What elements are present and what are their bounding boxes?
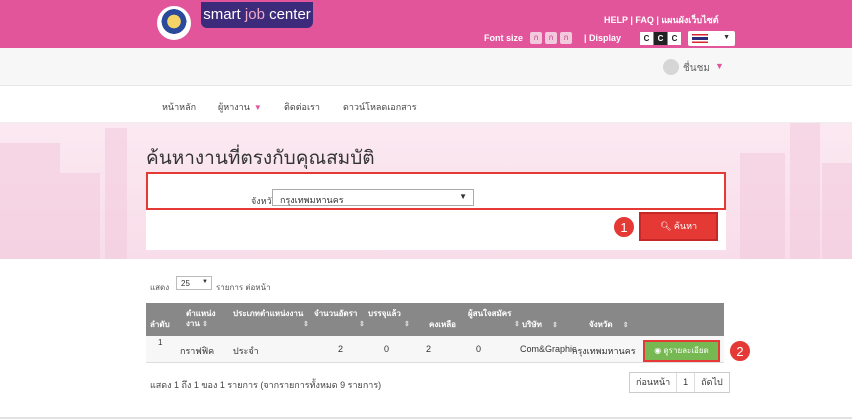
province-select[interactable]: กรุงเทพมหานคร ▼ [272,189,474,206]
col-type[interactable]: ประเภทตำแหน่งงาน ⇕ [233,309,313,330]
brand-text-2: job [244,6,265,23]
cell-company: Com&Graphic [520,344,577,354]
sort-icon: ⇕ [359,321,365,328]
col-filled[interactable]: บรรจุแล้ว ⇕ [368,309,414,330]
cell-vacancies: 2 [338,344,344,354]
col-province[interactable]: จังหวัด ⇕ [589,320,629,331]
col-applicants[interactable]: ผู้สนใจสมัคร ⇕ [468,309,524,330]
col-vacancies[interactable]: จำนวนอัตรา ⇕ [314,309,368,330]
view-details-label: ดูรายละเอียด [663,346,709,355]
font-medium-button[interactable]: ก [545,32,557,44]
table-info: แสดง 1 ถึง 1 ของ 1 รายการ (จากรายการทั้ง… [150,380,382,390]
sort-icon: ⇕ [404,321,410,328]
col-province-label: จังหวัด [589,320,613,329]
search-icon: 🔍︎ [659,221,672,231]
length-label: แสดง [150,283,170,292]
chevron-down-icon: ▼ [202,279,208,285]
sort-icon: ⇕ [514,321,520,328]
sort-icon: ⇕ [303,321,309,328]
user-menu-caret-icon[interactable]: ▼ [715,61,724,71]
display-contrast-button[interactable]: C [654,32,667,45]
sort-icon: ⇕ [552,322,559,329]
user-avatar-icon[interactable] [663,59,679,75]
font-small-button[interactable]: ก [530,32,542,44]
province-select-value: กรุงเทพมหานคร [280,195,344,205]
cell-no: 1 [158,338,163,347]
search-button[interactable]: 🔍︎ ค้นหา [639,212,718,241]
cell-remaining: 2 [426,344,432,354]
eye-icon: ◉ [654,346,662,355]
col-remaining[interactable]: คงเหลือ [429,320,456,330]
col-company-label: บริษัท [522,320,542,329]
search-button-label: ค้นหา [673,221,698,231]
view-details-button[interactable]: ◉ ดูรายละเอียด [643,340,720,362]
step-marker-1: 1 [613,216,635,238]
brand-text-1: smart [203,6,245,23]
sort-icon: ⇕ [202,321,208,328]
nav-jobseeker-label: ผู้หางาน [218,102,250,112]
thai-flag-icon [692,34,708,43]
col-vacancies-label: จำนวนอัตรา [314,309,358,318]
cell-applicants: 0 [476,344,482,354]
step-marker-2: 2 [729,340,751,362]
nav-contact[interactable]: ติดต่อเรา [284,100,320,114]
building-shape [790,123,820,259]
col-applicants-label: ผู้สนใจสมัคร [468,309,512,318]
pager-page-1[interactable]: 1 [677,373,696,392]
user-name[interactable]: ชื่นชม [683,61,710,76]
page-title: ค้นหางานที่ตรงกับคุณสมบัติ [146,148,375,169]
display-normal-button[interactable]: C [640,32,653,45]
display-label: | Display [584,33,622,43]
building-shape [105,128,127,259]
col-type-label: ประเภทตำแหน่งงาน [233,309,304,318]
col-position-label: ตำแหน่ง งาน [186,309,216,328]
nav-caret-icon: ▼ [253,103,262,112]
chevron-down-icon: ▼ [459,192,467,201]
sort-icon: ⇕ [622,322,629,329]
col-position[interactable]: ตำแหน่ง งาน ⇕ [186,309,218,330]
page-length-value: 25 [181,279,190,288]
pager-next[interactable]: ถัดไป [695,373,729,392]
help-links[interactable]: HELP | FAQ | แผนผังเว็บไซต์ [604,13,719,27]
length-suffix: รายการ ต่อหน้า [216,283,271,292]
col-filled-label: บรรจุแล้ว [368,309,401,318]
ministry-emblem-icon[interactable] [157,6,191,40]
font-large-button[interactable]: ก [560,32,572,44]
table-header: ลำดับ ตำแหน่ง งาน ⇕ ประเภทตำแหน่งงาน ⇕ จำ… [146,303,724,336]
brand-text-3: center [264,6,311,23]
cell-filled: 0 [384,344,390,354]
pagination: ก่อนหน้า 1 ถัดไป [629,372,730,393]
col-no[interactable]: ลำดับ [150,320,170,330]
font-size-label: Font size [484,33,524,43]
nav-download[interactable]: ดาวน์โหลดเอกสาร [343,100,417,114]
building-shape [60,173,100,259]
cell-type: ประจำ [233,346,259,356]
pager-prev[interactable]: ก่อนหน้า [630,373,678,392]
building-shape [0,143,60,259]
brand-logo[interactable]: smart job center [201,2,313,28]
cell-province: กรุงเทพมหานคร [572,346,636,356]
col-company[interactable]: บริษัท ⇕ [522,320,558,331]
cell-position: กราฟฟิค [180,346,215,356]
nav-jobseeker[interactable]: ผู้หางาน ▼ [218,100,262,114]
main-nav: หน้าหลัก ผู้หางาน ▼ ติดต่อเรา ดาวน์โหลดเอ… [0,87,852,123]
display-inverse-button[interactable]: C [668,32,681,45]
building-shape [822,163,852,259]
user-bar: ชื่นชม ▼ [0,48,852,86]
building-shape [740,153,785,259]
nav-home[interactable]: หน้าหลัก [162,100,196,114]
top-header: smart job center HELP | FAQ | แผนผังเว็บ… [0,0,852,48]
page-length-select[interactable]: 25 ▼ [176,276,212,290]
language-select[interactable]: ▼ [688,31,735,46]
chevron-down-icon: ▼ [723,34,730,41]
